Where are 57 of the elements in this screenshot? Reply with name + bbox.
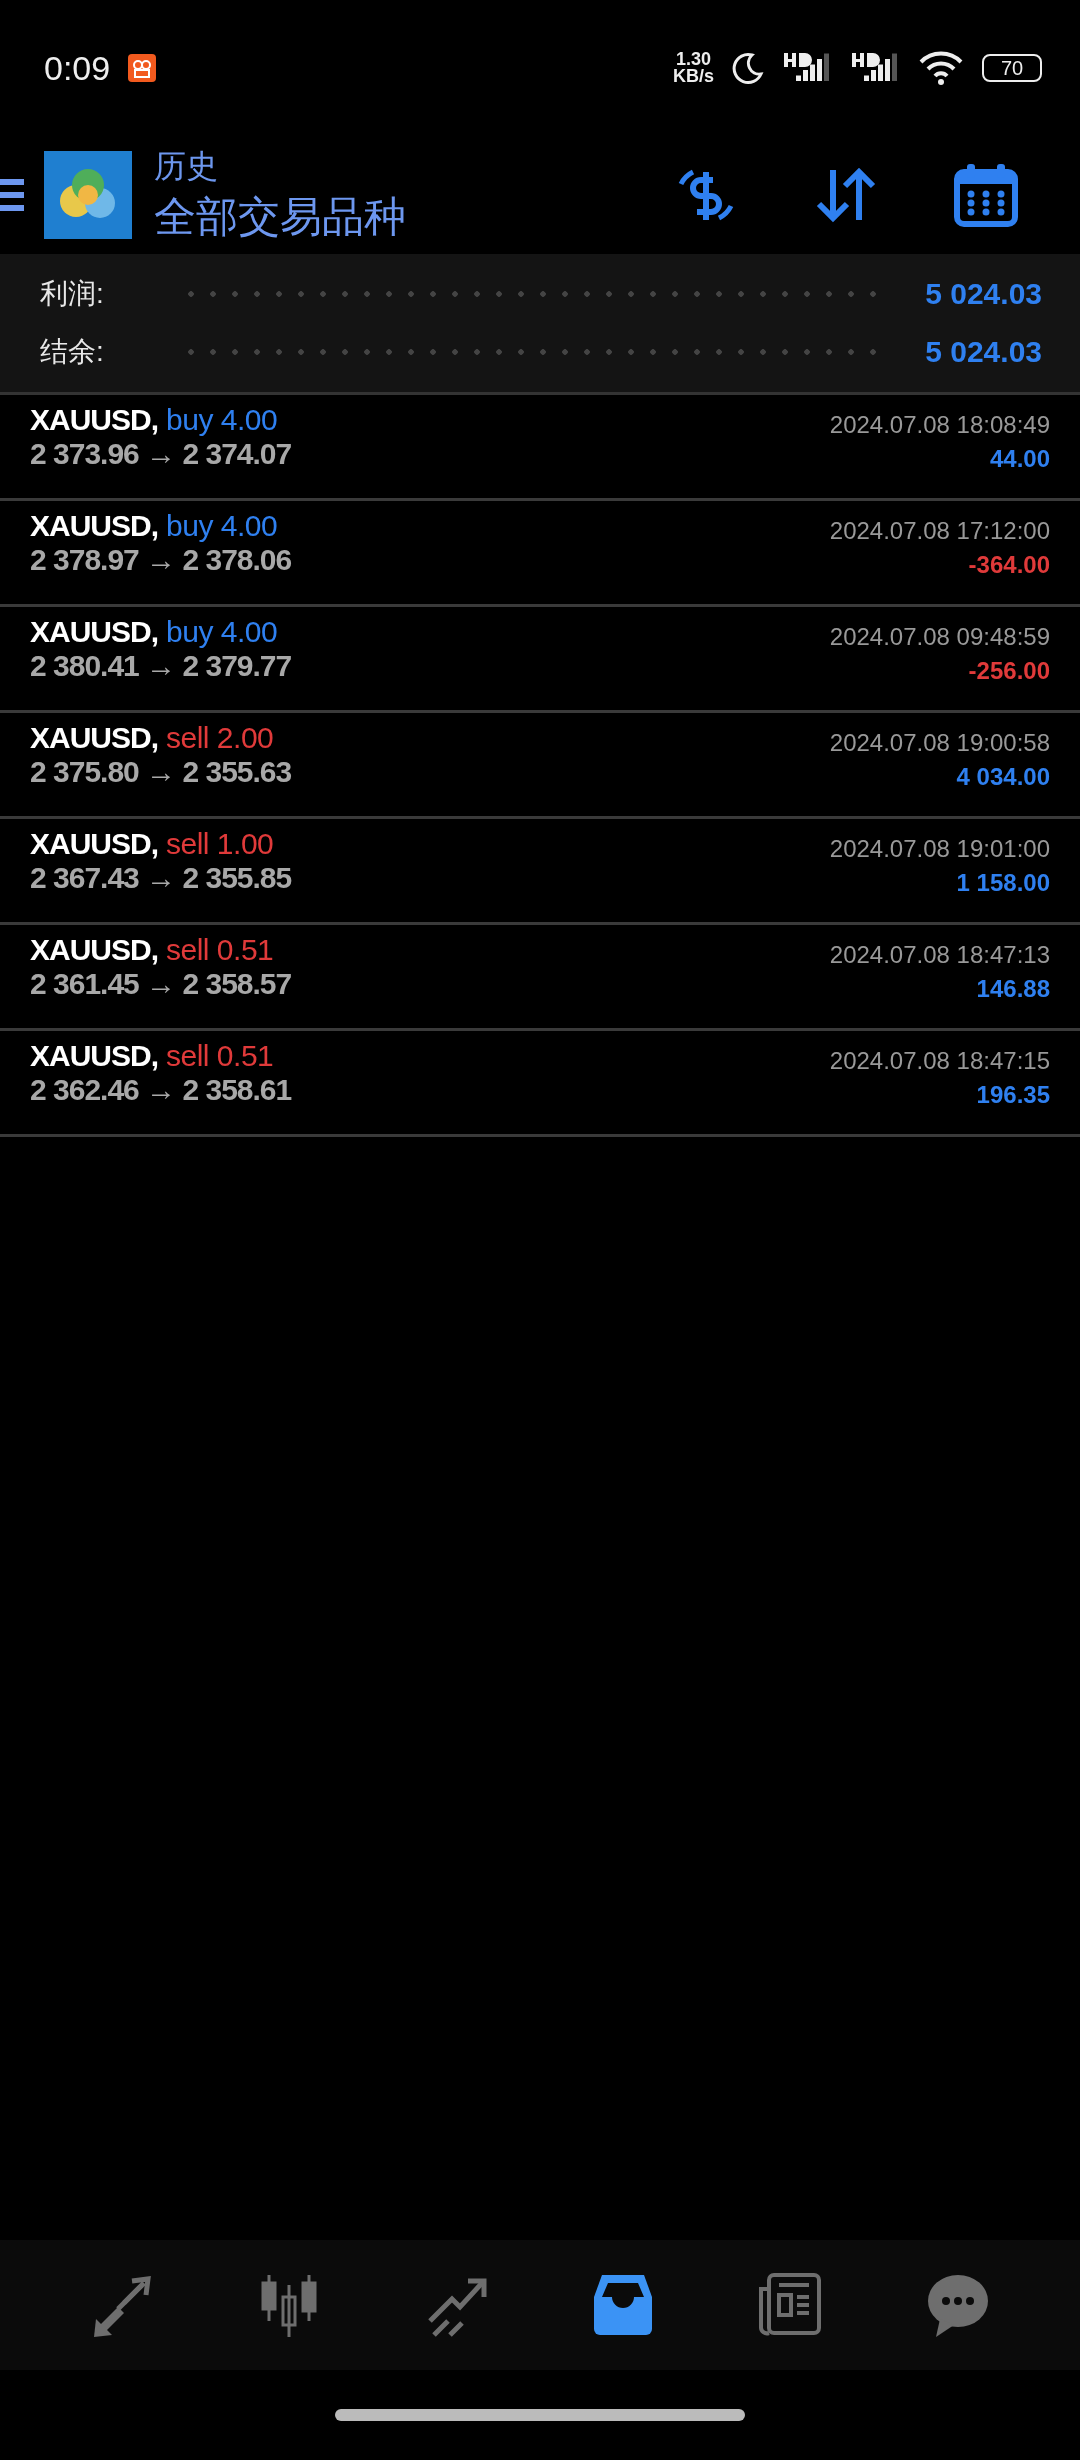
deal-profit: 44.00 <box>989 445 1050 473</box>
deal-prices: 2 380.41 → 2 379.77 <box>30 649 292 683</box>
deal-side: buy 4.00 <box>166 615 278 649</box>
deal-symbol: XAUUSD, <box>30 933 158 967</box>
deal-side: buy 4.00 <box>166 509 278 543</box>
deal-side: sell 2.00 <box>166 721 274 755</box>
network-speed-unit: KB/s <box>673 68 714 86</box>
app-logo-icon <box>44 151 132 239</box>
deal-profit: 4 034.00 <box>956 763 1050 791</box>
deal-time: 2024.07.08 17:12:00 <box>829 517 1050 545</box>
moon-icon <box>732 52 764 84</box>
deal-profit: 146.88 <box>976 975 1050 1003</box>
deal-time: 2024.07.08 18:47:15 <box>829 1047 1050 1075</box>
deal-time: 2024.07.08 09:48:59 <box>829 623 1050 651</box>
deal-side: sell 0.51 <box>166 1039 274 1073</box>
deal-side: sell 0.51 <box>166 933 274 967</box>
deal-row[interactable]: XAUUSD, buy 4.00 2 380.41 → 2 379.77 2024.07.08 09:48:59 -256.00 <box>0 607 1080 713</box>
deal-prices: 2 367.43 → 2 355.85 <box>30 861 292 895</box>
deal-prices: 2 378.97 → 2 378.06 <box>30 543 292 577</box>
battery-level: 70 <box>982 54 1042 82</box>
wifi-icon <box>918 50 964 86</box>
deal-time: 2024.07.08 19:01:00 <box>829 835 1050 863</box>
network-speed: 1.30 <box>675 50 711 68</box>
summary-value: 5 024.03 <box>925 335 1042 369</box>
deal-side: sell 1.00 <box>166 827 274 861</box>
deal-profit: -364.00 <box>968 551 1050 579</box>
summary-label: 利润: <box>40 277 105 311</box>
deal-row[interactable]: XAUUSD, sell 0.51 2 362.46 → 2 358.61 2024.07.08 18:47:15 196.35 <box>0 1031 1080 1137</box>
app-notification-icon <box>128 54 157 82</box>
deal-side: buy 4.00 <box>166 403 278 437</box>
deal-profit: -256.00 <box>968 657 1050 685</box>
deal-prices: 2 373.96 → 2 374.07 <box>30 437 292 471</box>
deal-row[interactable]: XAUUSD, buy 4.00 2 373.96 → 2 374.07 2024.07.08 18:08:49 44.00 <box>0 395 1080 501</box>
status-time: 0:09 <box>44 48 111 88</box>
deal-symbol: XAUUSD, <box>30 827 158 861</box>
screen-title[interactable]: 全部交易品种 <box>154 189 406 245</box>
deal-time: 2024.07.08 19:00:58 <box>829 729 1050 757</box>
deal-time: 2024.07.08 18:08:49 <box>829 411 1050 439</box>
calendar-icon[interactable] <box>953 162 1019 228</box>
deal-row[interactable]: XAUUSD, sell 1.00 2 367.43 → 2 355.85 2024.07.08 19:01:00 1 158.00 <box>0 819 1080 925</box>
deal-time: 2024.07.08 18:47:13 <box>829 941 1050 969</box>
deal-prices: 2 361.45 → 2 358.57 <box>30 967 292 1001</box>
deal-prices: 2 362.46 → 2 358.61 <box>30 1073 292 1107</box>
deal-symbol: XAUUSD, <box>30 721 158 755</box>
deal-symbol: XAUUSD, <box>30 509 158 543</box>
deal-symbol: XAUUSD, <box>30 1039 158 1073</box>
deal-prices: 2 375.80 → 2 355.63 <box>30 755 292 789</box>
screen-subtitle: 历史 <box>154 147 219 186</box>
deal-row[interactable]: XAUUSD, buy 4.00 2 378.97 → 2 378.06 2024.07.08 17:12:00 -364.00 <box>0 501 1080 607</box>
summary-label: 结余: <box>40 335 105 369</box>
deal-profit: 196.35 <box>976 1081 1050 1109</box>
deal-symbol: XAUUSD, <box>30 403 158 437</box>
deal-row[interactable]: XAUUSD, sell 0.51 2 361.45 → 2 358.57 2024.07.08 18:47:13 146.88 <box>0 925 1080 1031</box>
deal-symbol: XAUUSD, <box>30 615 158 649</box>
deal-profit: 1 158.00 <box>956 869 1050 897</box>
deal-row[interactable]: XAUUSD, sell 2.00 2 375.80 → 2 355.63 2024.07.08 19:00:58 4 034.00 <box>0 713 1080 819</box>
summary-value: 5 024.03 <box>925 277 1042 311</box>
